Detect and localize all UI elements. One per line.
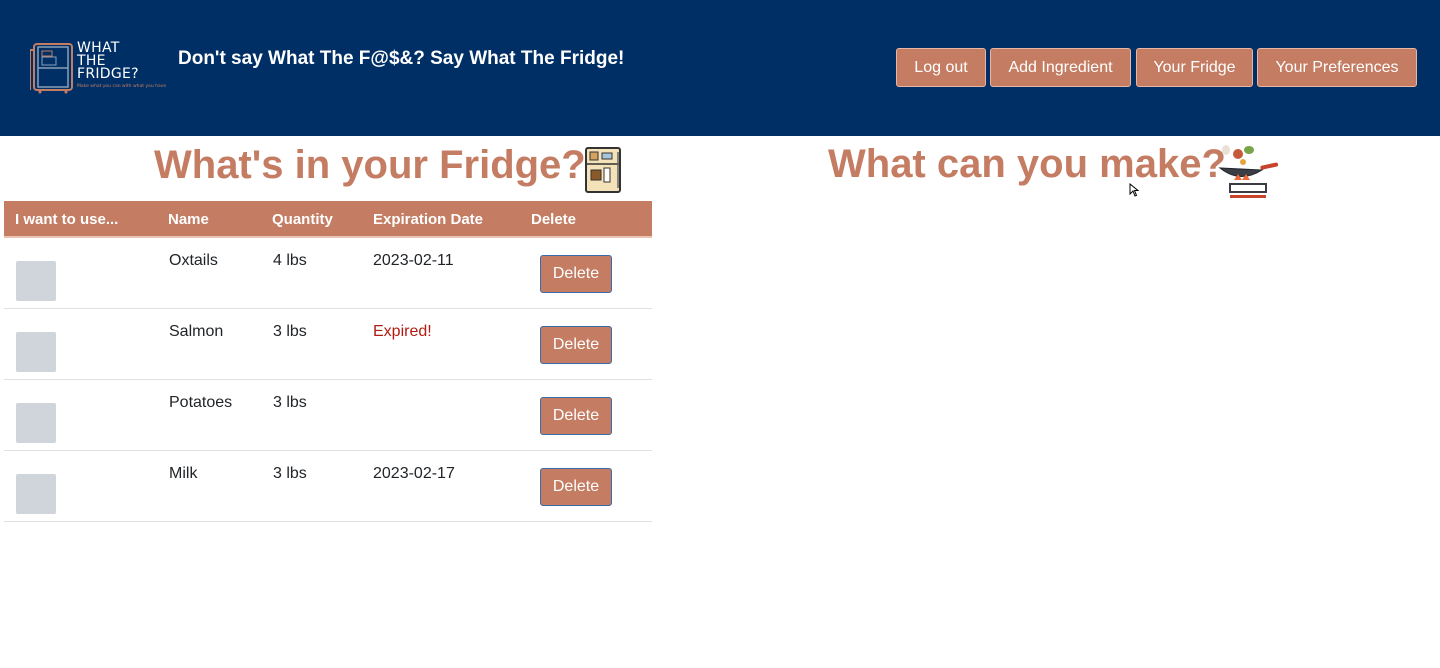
delete-button[interactable]: Delete <box>540 255 612 293</box>
use-ingredient-checkbox[interactable] <box>16 403 56 443</box>
table-row: Salmon 3 lbs Expired! Delete <box>4 309 652 380</box>
table-row: Oxtails 4 lbs 2023-02-11 Delete <box>4 238 652 309</box>
use-ingredient-checkbox[interactable] <box>16 474 56 514</box>
ingredient-quantity: 3 lbs <box>273 394 307 411</box>
column-header-quantity: Quantity <box>272 211 333 228</box>
column-header-use: I want to use... <box>15 211 119 228</box>
app-logo[interactable]: WHAT THE FRIDGE? Make what you can with … <box>30 40 166 96</box>
logo-wordmark: WHAT THE FRIDGE? <box>77 41 139 82</box>
fridge-heading: What's in your Fridge? <box>154 143 586 187</box>
frying-pan-icon <box>1218 145 1279 198</box>
logout-button[interactable]: Log out <box>896 48 986 87</box>
delete-button[interactable]: Delete <box>540 468 612 506</box>
ingredient-expiration: Expired! <box>373 323 432 340</box>
column-header-expiration: Expiration Date <box>373 211 484 228</box>
ingredient-name: Potatoes <box>169 394 233 411</box>
top-navbar: WHAT THE FRIDGE? Make what you can with … <box>0 0 1440 136</box>
delete-button[interactable]: Delete <box>540 326 612 364</box>
ingredient-name: Salmon <box>169 323 224 340</box>
logo-tagline: Make what you can with what you have <box>77 84 167 89</box>
ingredient-name: Milk <box>169 465 198 482</box>
table-header: I want to use... Name Quantity Expiratio… <box>4 201 652 238</box>
table-row: Potatoes 3 lbs Delete <box>4 380 652 451</box>
your-fridge-button[interactable]: Your Fridge <box>1136 48 1253 87</box>
ingredient-quantity: 4 lbs <box>273 252 307 269</box>
column-header-name: Name <box>168 211 209 228</box>
delete-button[interactable]: Delete <box>540 397 612 435</box>
ingredient-quantity: 3 lbs <box>273 465 307 482</box>
site-tagline: Don't say What The F@$&? Say What The Fr… <box>178 48 625 69</box>
ingredient-expiration: 2023-02-11 <box>373 252 454 269</box>
ingredient-quantity: 3 lbs <box>273 323 307 340</box>
column-header-delete: Delete <box>531 211 577 228</box>
fridge-logo-icon <box>30 43 73 94</box>
logo-line-3: FRIDGE? <box>77 66 139 82</box>
use-ingredient-checkbox[interactable] <box>16 261 56 301</box>
fridge-table: I want to use... Name Quantity Expiratio… <box>4 201 652 522</box>
ingredient-expiration: 2023-02-17 <box>373 465 455 482</box>
your-preferences-button[interactable]: Your Preferences <box>1257 48 1417 87</box>
recipes-heading: What can you make? <box>828 142 1226 186</box>
add-ingredient-button[interactable]: Add Ingredient <box>990 48 1131 87</box>
mouse-cursor-icon <box>1129 183 1139 197</box>
fridge-icon <box>585 147 621 193</box>
ingredient-name: Oxtails <box>169 252 218 269</box>
use-ingredient-checkbox[interactable] <box>16 332 56 372</box>
table-row: Milk 3 lbs 2023-02-17 Delete <box>4 451 652 522</box>
